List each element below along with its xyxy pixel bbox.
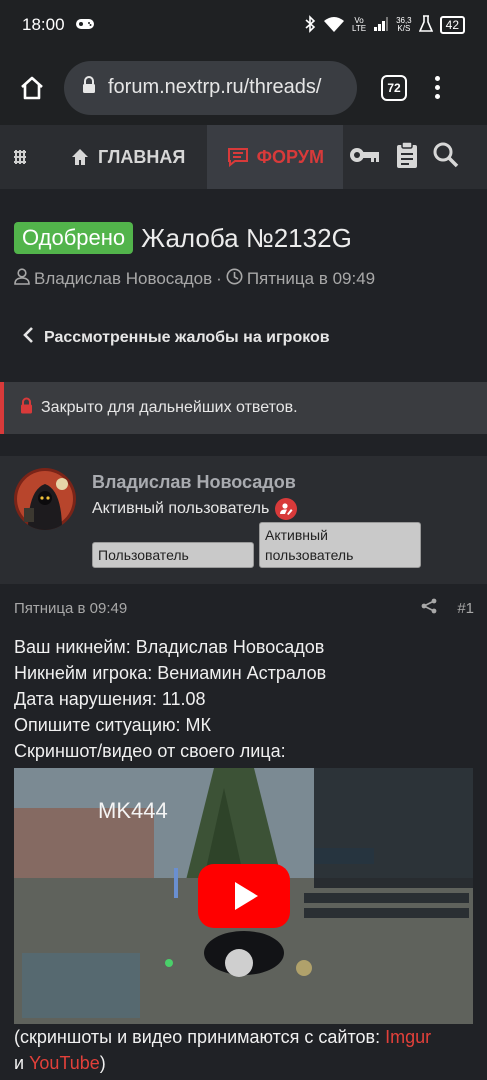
video-overlay-text: MK444: [98, 798, 168, 823]
home-icon: [21, 76, 43, 99]
bluetooth-icon: [304, 14, 316, 36]
user-icon: [14, 268, 30, 290]
user-group-tag: Пользователь: [92, 542, 254, 568]
post-line: Дата нарушения: 11.08: [14, 689, 206, 709]
browser-home-button[interactable]: [0, 50, 64, 125]
lock-icon: [82, 76, 96, 99]
post-line: Ваш никнейм: Владислав Новосадов: [14, 637, 325, 657]
nav-home[interactable]: ГЛАВНАЯ: [40, 125, 207, 189]
chevron-left-icon: [22, 326, 34, 349]
home-icon: [72, 149, 88, 165]
post-date-link[interactable]: Пятница в 09:49: [14, 600, 127, 617]
browser-menu-button[interactable]: [435, 76, 440, 99]
post-line: Скриншот/видео от своего лица:: [14, 741, 286, 761]
post-author-name[interactable]: Владислав Новосадов: [92, 472, 296, 493]
thread-header: Одобрено Жалоба №2132G Владислав Новосад…: [14, 222, 474, 290]
author-role-label: Активный пользователь: [92, 500, 270, 517]
thread-meta: Владислав Новосадов · Пятница в 09:49: [14, 268, 474, 290]
battery-level: 42: [439, 16, 465, 34]
page-title: Жалоба №2132G: [141, 222, 352, 253]
grid-menu-icon[interactable]: [0, 149, 40, 165]
user-edit-icon: [275, 498, 298, 520]
thread-date-link[interactable]: Пятница в 09:49: [247, 269, 375, 289]
post-footer-note: (скриншоты и видео принимаются с сайтов:…: [14, 1024, 474, 1076]
speed-unit: K/S: [397, 24, 411, 33]
flask-icon: [418, 14, 433, 36]
footer-and: и: [14, 1053, 30, 1073]
url-text: forum.nextrp.ru/threads/: [108, 76, 322, 98]
nav-home-label: ГЛАВНАЯ: [98, 146, 186, 167]
youtube-video-embed[interactable]: MK444: [14, 768, 473, 1024]
post-author-role: Активный пользователь: [92, 498, 298, 520]
net-bottom-label: LTE: [351, 24, 367, 33]
post-line: Опишите ситуацию: МК: [14, 715, 212, 735]
post-number-link[interactable]: #1: [457, 600, 474, 617]
post-body: Ваш никнейм: Владислав Новосадов Никнейм…: [14, 634, 474, 764]
status-time: 18:00: [22, 15, 65, 34]
signal-icon: [373, 16, 389, 35]
address-bar[interactable]: forum.nextrp.ru/threads/: [64, 60, 357, 115]
gamepad-icon: [75, 17, 95, 34]
closed-notice: Закрыто для дальнейших ответов.: [0, 382, 487, 434]
clock-icon: [226, 268, 243, 290]
closed-notice-text: Закрыто для дальнейших ответов.: [41, 399, 298, 416]
share-icon[interactable]: [421, 598, 437, 618]
search-icon[interactable]: [433, 142, 459, 173]
network-speed: 36,3 K/S: [396, 17, 412, 33]
breadcrumb-label: Рассмотренные жалобы на игроков: [44, 328, 330, 346]
footer-suffix: ): [99, 1053, 106, 1073]
wifi-icon: [323, 15, 345, 36]
status-bar: 18:00 Vo LTE 36,3 K/S 42: [0, 0, 487, 50]
active-user-tag: Активный пользователь: [259, 522, 421, 568]
meta-separator: ·: [216, 269, 222, 288]
breadcrumb[interactable]: Рассмотренные жалобы на игроков: [22, 326, 330, 349]
nav-forum[interactable]: ФОРУМ: [207, 125, 344, 189]
nav-forum-label: ФОРУМ: [256, 146, 324, 167]
key-icon[interactable]: [349, 145, 381, 170]
forum-icon: [227, 148, 248, 167]
play-icon: [198, 864, 290, 928]
footer-prefix: (скриншоты и видео принимаются с сайтов:: [14, 1027, 386, 1047]
thread-author-link[interactable]: Владислав Новосадов: [34, 269, 212, 289]
post-author-block: Владислав Новосадов Активный пользовател…: [0, 456, 487, 584]
avatar[interactable]: [14, 468, 76, 530]
post-meta: Пятница в 09:49 #1: [14, 598, 474, 618]
play-button[interactable]: [198, 864, 290, 933]
youtube-link[interactable]: YouTube: [29, 1053, 100, 1073]
site-navigation: ГЛАВНАЯ ФОРУМ: [0, 125, 487, 189]
status-badge: Одобрено: [14, 222, 134, 254]
network-type: Vo LTE: [352, 17, 366, 33]
post-line: Никнейм игрока: Вениамин Астралов: [14, 663, 327, 683]
browser-toolbar: forum.nextrp.ru/threads/ 72: [0, 50, 487, 125]
clipboard-icon[interactable]: [395, 140, 419, 174]
imgur-link[interactable]: Imgur: [385, 1027, 431, 1047]
lock-icon: [20, 397, 33, 419]
tab-switcher-button[interactable]: 72: [381, 74, 407, 101]
